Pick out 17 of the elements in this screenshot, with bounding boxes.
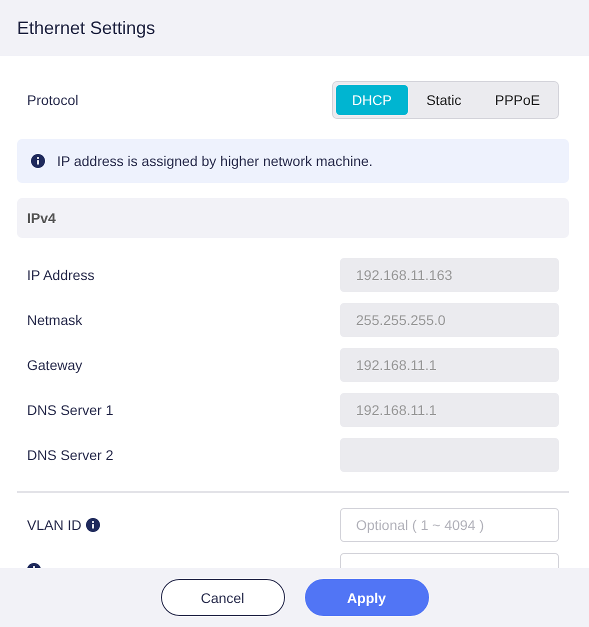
field-label: DNS Server 2 [27,447,114,463]
field-label: VLAN ID [27,517,82,533]
window-title: Ethernet Settings [17,18,156,38]
field-label: Netmask [27,312,82,328]
info-text: IP address is assigned by higher network machine. [57,153,373,169]
info-icon [31,154,45,168]
field-label: IP Address [27,267,94,283]
protocol-option[interactable]: Static [408,84,480,114]
protocol-option[interactable]: PPPoE [480,84,555,114]
input-field[interactable]: Optional ( 1 ~ 4094 ) [340,508,559,542]
section-title: IPv4 [27,210,56,226]
apply-button[interactable]: Apply [304,579,428,616]
field-label: DNS Server 1 [27,402,114,418]
field-label: Gateway [27,357,82,373]
field-label: Protocol [27,92,78,108]
cancel-button[interactable]: Cancel [160,579,284,616]
protocol-option[interactable]: DHCP [336,84,408,114]
